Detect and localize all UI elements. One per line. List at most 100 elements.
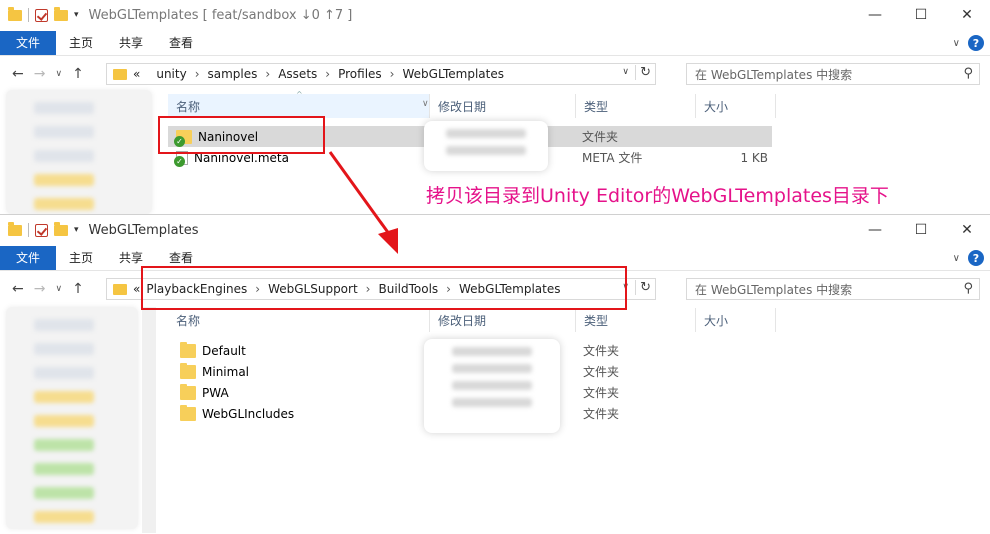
- column-name-label: 名称: [176, 313, 201, 328]
- help-icon[interactable]: ?: [968, 250, 984, 266]
- nav-item[interactable]: [34, 126, 94, 138]
- new-folder-icon[interactable]: [54, 6, 68, 21]
- up-arrow-icon[interactable]: ↑: [72, 281, 84, 297]
- ribbon-tabs: 文件 主页 共享 查看 ∨ ?: [0, 30, 990, 56]
- sort-ascending-icon: ^: [296, 90, 303, 99]
- nav-item[interactable]: [34, 343, 94, 355]
- minimize-button[interactable]: —: [852, 0, 898, 30]
- back-arrow-icon[interactable]: ←: [12, 66, 24, 82]
- tab-file[interactable]: 文件: [0, 245, 56, 270]
- refresh-icon[interactable]: ↻: [635, 280, 651, 295]
- new-folder-icon[interactable]: [54, 221, 68, 236]
- navigation-buttons: ← → ∨ ↑: [12, 281, 84, 297]
- tab-view[interactable]: 查看: [156, 249, 206, 266]
- scrollbar[interactable]: [142, 307, 156, 533]
- customize-dropdown-icon[interactable]: ▾: [74, 225, 79, 235]
- back-arrow-icon[interactable]: ←: [12, 281, 24, 297]
- forward-arrow-icon[interactable]: →: [34, 66, 46, 82]
- nav-item[interactable]: [34, 319, 94, 331]
- chevron-right-icon[interactable]: ›: [390, 67, 395, 81]
- title-bar: ▾ WebGLTemplates — ☐ ✕: [0, 215, 990, 245]
- chevron-right-icon[interactable]: ›: [325, 67, 330, 81]
- tab-view[interactable]: 查看: [156, 34, 206, 51]
- file-name: WebGLIncludes: [202, 406, 295, 421]
- tab-home[interactable]: 主页: [56, 249, 106, 266]
- recent-dropdown-icon[interactable]: ∨: [55, 69, 62, 79]
- folder-icon: [180, 362, 196, 379]
- title-bar: ▾ WebGLTemplates [ feat/sandbox ↓0 ↑7 ] …: [0, 0, 990, 30]
- file-type: 文件夹: [582, 130, 619, 144]
- column-size[interactable]: 大小: [696, 94, 776, 118]
- column-size[interactable]: 大小: [696, 308, 776, 332]
- column-size-label: 大小: [704, 99, 729, 114]
- properties-icon[interactable]: [35, 223, 48, 237]
- nav-item[interactable]: [34, 174, 94, 186]
- nav-item[interactable]: [34, 415, 94, 427]
- file-type: 文件夹: [583, 407, 620, 421]
- column-name[interactable]: 名称: [168, 308, 430, 332]
- column-type[interactable]: 类型: [576, 308, 696, 332]
- tab-home[interactable]: 主页: [56, 34, 106, 51]
- tab-share[interactable]: 共享: [106, 34, 156, 51]
- folder-icon: [180, 383, 196, 400]
- properties-icon[interactable]: [35, 8, 48, 22]
- breadcrumb-overflow[interactable]: «: [133, 67, 140, 81]
- column-date[interactable]: 修改日期: [430, 308, 576, 332]
- up-arrow-icon[interactable]: ↑: [72, 66, 84, 82]
- nav-item[interactable]: [34, 391, 94, 403]
- nav-item[interactable]: [34, 367, 94, 379]
- search-placeholder: 在 WebGLTemplates 中搜索: [695, 67, 853, 82]
- tab-share[interactable]: 共享: [106, 249, 156, 266]
- expand-ribbon-icon[interactable]: ∨: [953, 38, 960, 49]
- search-icon: ⚲: [963, 66, 973, 81]
- file-type: 文件夹: [583, 386, 620, 400]
- search-input[interactable]: 在 WebGLTemplates 中搜索 ⚲: [686, 63, 980, 85]
- close-button[interactable]: ✕: [944, 0, 990, 30]
- quick-access-toolbar: ▾: [8, 221, 79, 237]
- folder-icon[interactable]: [8, 221, 22, 236]
- navigation-pane[interactable]: [6, 90, 152, 214]
- breadcrumb-item[interactable]: unity: [156, 67, 186, 81]
- expand-ribbon-icon[interactable]: ∨: [953, 253, 960, 264]
- navigation-buttons: ← → ∨ ↑: [12, 66, 84, 82]
- date-redacted: [424, 339, 560, 433]
- navigation-pane[interactable]: [6, 307, 138, 529]
- column-type[interactable]: 类型: [576, 94, 696, 118]
- minimize-button[interactable]: —: [852, 215, 898, 245]
- folder-icon: [180, 404, 196, 421]
- forward-arrow-icon[interactable]: →: [34, 281, 46, 297]
- close-button[interactable]: ✕: [944, 215, 990, 245]
- breadcrumb-item[interactable]: Assets: [278, 67, 317, 81]
- help-icon[interactable]: ?: [968, 35, 984, 51]
- breadcrumb-overflow[interactable]: «: [133, 282, 140, 296]
- tab-file[interactable]: 文件: [0, 30, 56, 55]
- breadcrumb-item[interactable]: Profiles: [338, 67, 382, 81]
- maximize-button[interactable]: ☐: [898, 0, 944, 30]
- nav-item[interactable]: [34, 511, 94, 523]
- nav-item[interactable]: [34, 439, 94, 451]
- nav-item[interactable]: [34, 198, 94, 210]
- column-date[interactable]: 修改日期: [430, 94, 576, 118]
- nav-item[interactable]: [34, 463, 94, 475]
- customize-dropdown-icon[interactable]: ▾: [74, 10, 79, 20]
- refresh-icon[interactable]: ↻: [635, 65, 651, 80]
- maximize-button[interactable]: ☐: [898, 215, 944, 245]
- column-date-label: 修改日期: [438, 313, 487, 328]
- recent-dropdown-icon[interactable]: ∨: [55, 284, 62, 294]
- highlight-source-folder: [158, 116, 325, 154]
- breadcrumb-item[interactable]: samples: [208, 67, 258, 81]
- search-input[interactable]: 在 WebGLTemplates 中搜索 ⚲: [686, 278, 980, 300]
- window-controls: — ☐ ✕: [852, 0, 990, 30]
- breadcrumb-item[interactable]: WebGLTemplates: [402, 67, 504, 81]
- address-dropdown-icon[interactable]: ∨: [622, 67, 629, 77]
- nav-item[interactable]: [34, 150, 94, 162]
- window-controls: — ☐ ✕: [852, 215, 990, 245]
- nav-item[interactable]: [34, 102, 94, 114]
- chevron-right-icon[interactable]: ›: [195, 67, 200, 81]
- column-dropdown-icon[interactable]: ∨: [422, 99, 429, 109]
- folder-icon[interactable]: [8, 6, 22, 21]
- file-name: Minimal: [202, 364, 250, 379]
- chevron-right-icon[interactable]: ›: [265, 67, 270, 81]
- address-bar[interactable]: « unity › samples › Assets › Profiles › …: [106, 63, 656, 85]
- nav-item[interactable]: [34, 487, 94, 499]
